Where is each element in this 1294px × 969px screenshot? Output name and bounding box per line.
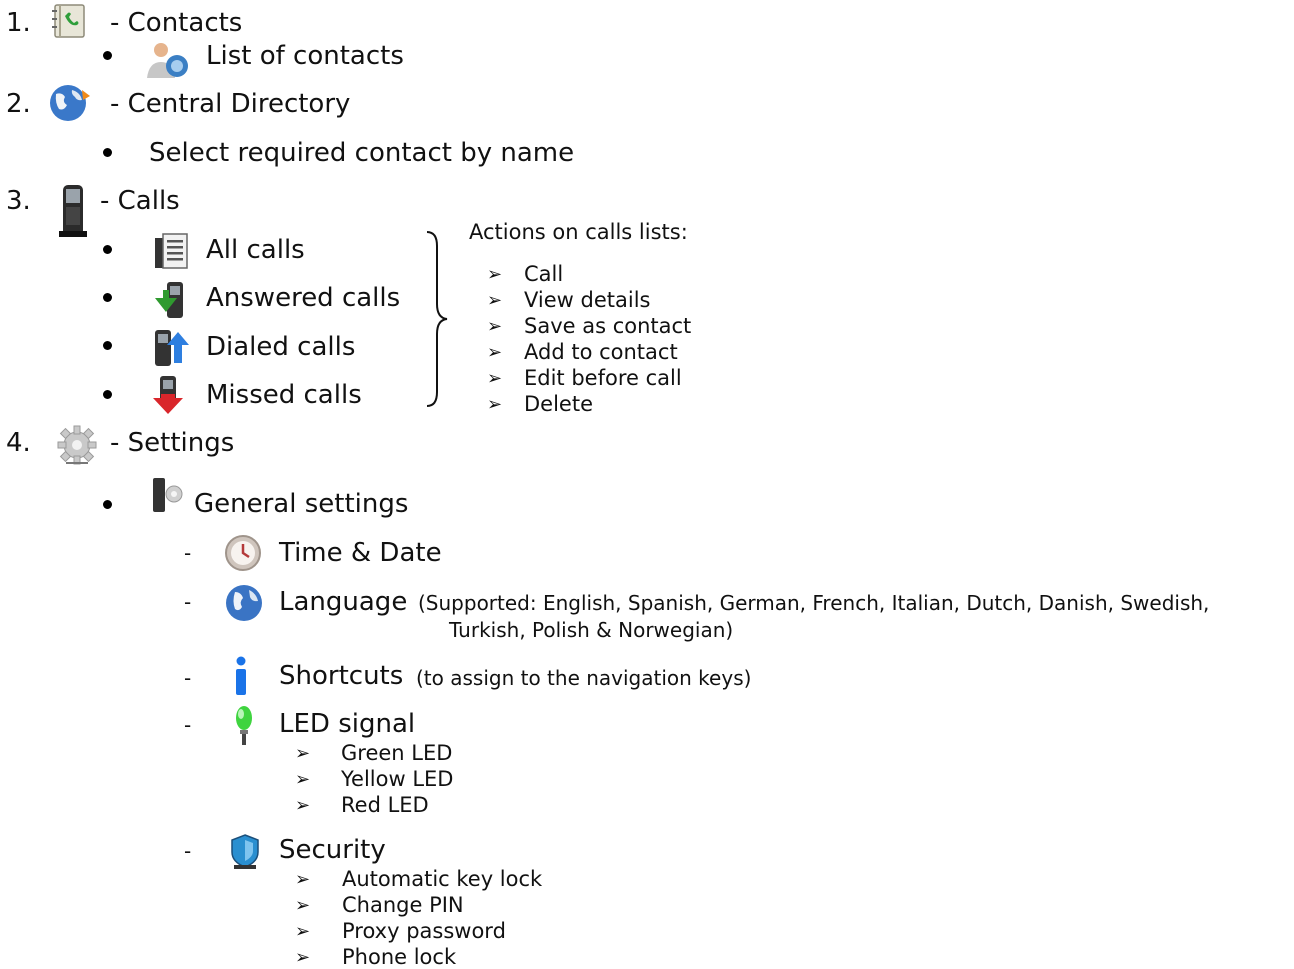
dash-bullet: - — [184, 541, 192, 565]
action-item: Save as contact — [524, 314, 692, 338]
arrow-bullet: ➢ — [295, 769, 311, 790]
actions-title: Actions on calls lists: — [469, 220, 688, 244]
led-option: Red LED — [341, 793, 429, 817]
section-number-directory: 2. — [6, 89, 31, 119]
action-item: Delete — [524, 392, 593, 416]
globe-icon — [226, 585, 262, 621]
globe-directory-icon — [50, 85, 90, 121]
bullet-dot — [103, 148, 112, 157]
address-book-icon — [52, 4, 85, 38]
action-item: Call — [524, 262, 564, 286]
section-number-settings: 4. — [6, 428, 31, 458]
bullet-dot — [103, 390, 112, 399]
list-item-label: All calls — [206, 235, 305, 265]
arrow-bullet: ➢ — [295, 895, 311, 916]
security-option: Phone lock — [342, 945, 457, 969]
info-icon — [236, 656, 246, 695]
action-item: View details — [524, 288, 651, 312]
bullet-dot — [103, 51, 112, 60]
bullet-dot — [103, 341, 112, 350]
section-title-settings: - Settings — [110, 428, 235, 458]
setting-label: Language — [279, 587, 408, 617]
security-option: Automatic key lock — [342, 867, 543, 891]
language-note: (Supported: English, Spanish, German, Fr… — [418, 591, 1210, 615]
section-number-calls: 3. — [6, 186, 31, 216]
list-item-label: List of contacts — [206, 41, 404, 71]
dash-bullet: - — [184, 839, 192, 863]
section-title-contacts: - Contacts — [110, 8, 243, 38]
language-note-continued: Turkish, Polish & Norwegian) — [449, 618, 734, 642]
arrow-bullet: ➢ — [295, 869, 311, 890]
section-title-calls: - Calls — [100, 186, 180, 216]
answered-calls-icon — [155, 282, 183, 318]
list-item-label: Select required contact by name — [149, 138, 575, 168]
gear-icon — [57, 425, 97, 465]
setting-label: Shortcuts — [279, 661, 404, 691]
action-item: Add to contact — [524, 340, 678, 364]
section-number-contacts: 1. — [6, 8, 31, 38]
section-title-directory: - Central Directory — [110, 89, 351, 119]
security-option: Change PIN — [342, 893, 464, 917]
led-option: Green LED — [341, 741, 453, 765]
all-calls-icon — [155, 233, 188, 269]
arrow-bullet: ➢ — [295, 795, 311, 816]
arrow-bullet: ➢ — [487, 342, 503, 363]
setting-label: LED signal — [279, 709, 416, 739]
clock-icon — [225, 535, 261, 571]
dash-bullet: - — [184, 713, 192, 737]
arrow-bullet: ➢ — [295, 921, 311, 942]
led-icon — [236, 706, 252, 745]
bullet-dot — [103, 500, 112, 509]
curly-brace — [426, 231, 448, 407]
dash-bullet: - — [184, 666, 192, 690]
list-item-label: Dialed calls — [206, 332, 356, 362]
list-item-label: Missed calls — [206, 380, 362, 410]
shortcuts-note: (to assign to the navigation keys) — [416, 666, 752, 690]
bullet-dot — [103, 245, 112, 254]
handset-icon — [59, 185, 87, 237]
arrow-bullet: ➢ — [487, 394, 503, 415]
security-shield-icon — [231, 834, 259, 869]
arrow-bullet: ➢ — [487, 290, 503, 311]
arrow-bullet: ➢ — [487, 264, 503, 285]
security-option: Proxy password — [342, 919, 506, 943]
list-item-label: Answered calls — [206, 283, 401, 313]
list-item-label: General settings — [194, 489, 409, 519]
missed-calls-icon — [153, 376, 183, 414]
general-settings-icon — [153, 478, 183, 512]
arrow-bullet: ➢ — [487, 316, 503, 337]
bullet-dot — [103, 293, 112, 302]
arrow-bullet: ➢ — [295, 947, 311, 968]
dash-bullet: - — [184, 590, 192, 614]
contacts-list-icon — [147, 43, 188, 78]
setting-label: Time & Date — [279, 538, 442, 568]
action-item: Edit before call — [524, 366, 682, 390]
dialed-calls-icon — [155, 330, 189, 366]
arrow-bullet: ➢ — [295, 743, 311, 764]
setting-label: Security — [279, 835, 386, 865]
arrow-bullet: ➢ — [487, 368, 503, 389]
led-option: Yellow LED — [341, 767, 454, 791]
